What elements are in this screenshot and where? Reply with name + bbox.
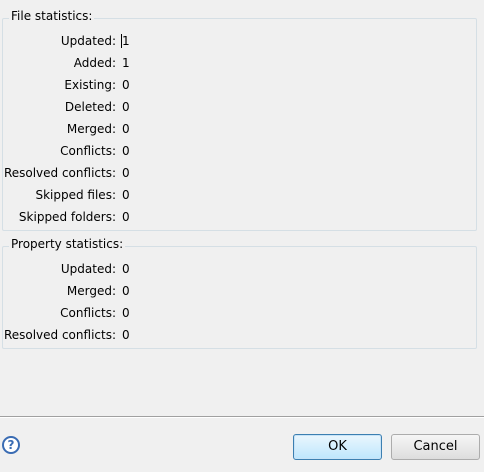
help-icon[interactable]: ?	[2, 436, 20, 454]
stat-label: Resolved conflicts:	[3, 166, 116, 180]
stat-label: Resolved conflicts:	[3, 328, 116, 342]
file-stat-row-updated: Updated: 1	[3, 30, 476, 52]
property-statistics-title: Property statistics:	[9, 236, 126, 252]
stat-value: 0	[122, 306, 130, 320]
stat-label: Added:	[73, 56, 116, 70]
file-statistics-title: File statistics:	[9, 8, 95, 24]
file-stat-row-existing: Existing: 0	[3, 74, 476, 96]
property-statistics-group: Property statistics: Updated: 0 Merged: …	[2, 236, 477, 349]
stat-value[interactable]: 1	[116, 34, 130, 48]
file-stat-row-deleted: Deleted: 0	[3, 96, 476, 118]
stat-value: 0	[122, 210, 130, 224]
stat-value: 0	[122, 144, 130, 158]
stat-value: 0	[122, 284, 130, 298]
prop-stat-row-merged: Merged: 0	[3, 280, 476, 302]
file-stat-row-merged: Merged: 0	[3, 118, 476, 140]
footer-separator	[0, 416, 484, 418]
stat-value: 0	[122, 100, 130, 114]
prop-stat-row-updated: Updated: 0	[3, 258, 476, 280]
stat-value: 0	[122, 166, 130, 180]
stat-value: 0	[122, 122, 130, 136]
stat-label: Conflicts:	[60, 144, 116, 158]
stat-label: Conflicts:	[60, 306, 116, 320]
stat-label: Merged:	[66, 122, 116, 136]
stat-label: Existing:	[64, 78, 116, 92]
stat-label: Updated:	[60, 34, 116, 48]
file-stat-row-resolved-conflicts: Resolved conflicts: 0	[3, 162, 476, 184]
file-stat-row-skipped-folders: Skipped folders: 0	[3, 206, 476, 228]
file-stat-row-skipped-files: Skipped files: 0	[3, 184, 476, 206]
file-stat-row-conflicts: Conflicts: 0	[3, 140, 476, 162]
file-stat-row-added: Added: 1	[3, 52, 476, 74]
file-statistics-group: File statistics: Updated: 1 Added: 1 Exi…	[2, 8, 477, 231]
stat-value: 0	[122, 262, 130, 276]
stat-label: Merged:	[66, 284, 116, 298]
cancel-button[interactable]: Cancel	[391, 434, 480, 460]
ok-button[interactable]: OK	[293, 434, 382, 460]
stat-value: 0	[122, 188, 130, 202]
prop-stat-row-conflicts: Conflicts: 0	[3, 302, 476, 324]
stat-label: Skipped folders:	[18, 210, 116, 224]
stat-value-text: 1	[122, 34, 130, 48]
stat-label: Deleted:	[64, 100, 116, 114]
prop-stat-row-resolved-conflicts: Resolved conflicts: 0	[3, 324, 476, 346]
stat-value: 1	[122, 56, 130, 70]
stat-value: 0	[122, 78, 130, 92]
stat-label: Skipped files:	[35, 188, 116, 202]
stat-value: 0	[122, 328, 130, 342]
stat-label: Updated:	[60, 262, 116, 276]
